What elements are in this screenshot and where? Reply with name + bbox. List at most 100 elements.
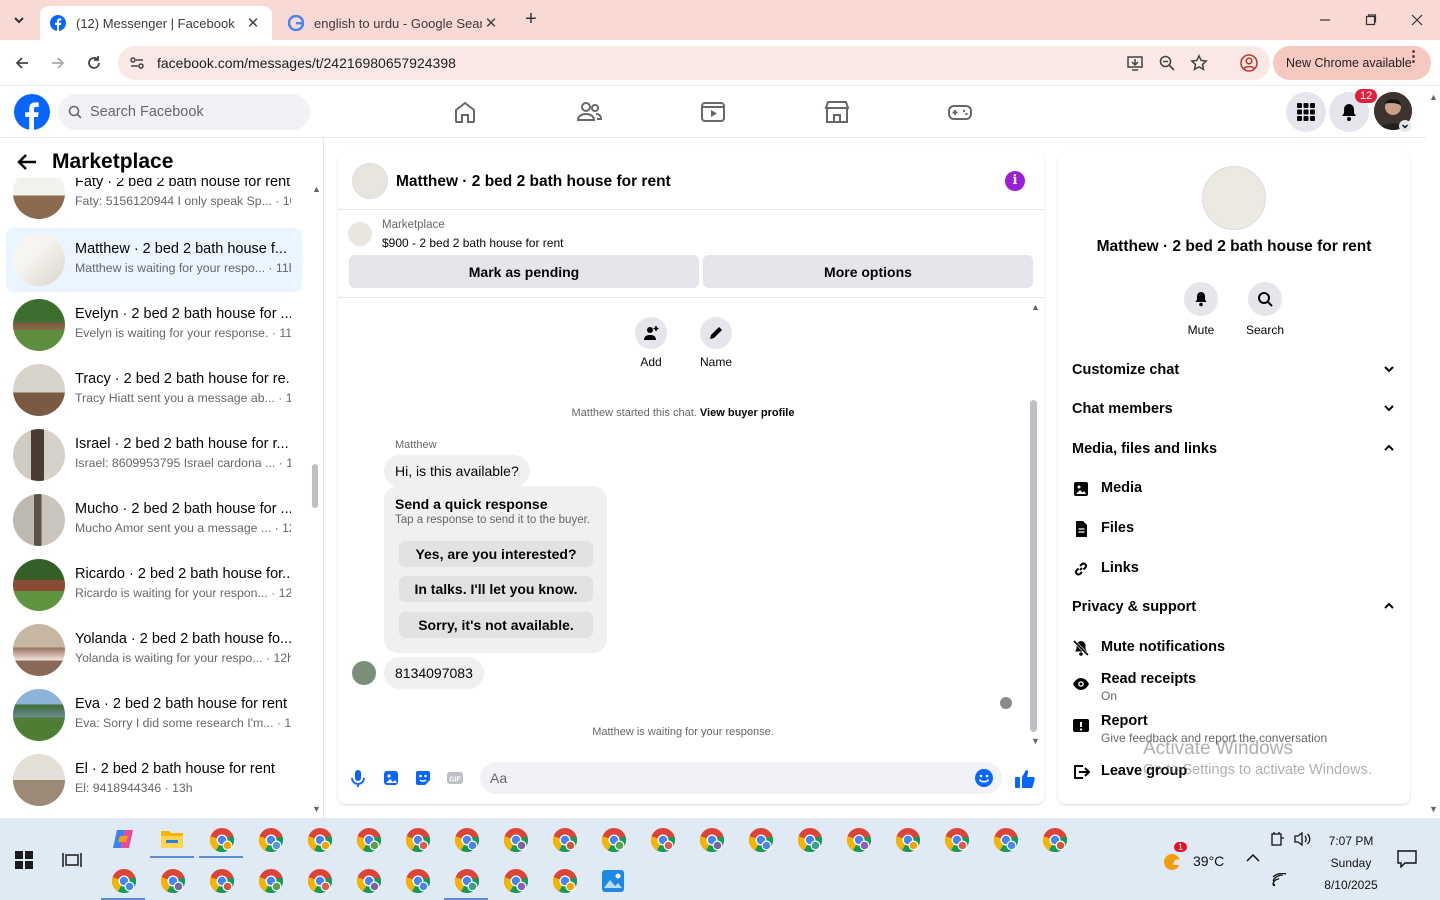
listing-thumbnail[interactable] [348,222,372,246]
read-receipts-item[interactable]: Read receipts On [1072,671,1398,705]
scroll-down-arrow-icon[interactable]: ▼ [312,804,321,814]
home-icon[interactable] [451,98,479,126]
address-bar[interactable]: facebook.com/messages/t/2421698065792439… [118,46,1270,80]
marketplace-icon[interactable] [823,98,851,126]
list-item[interactable]: Ricardo · 2 bed 2 bath house for... Rica… [6,553,302,617]
scroll-up-arrow-icon[interactable]: ▲ [1429,92,1438,102]
chrome-app-icon[interactable] [160,868,186,894]
customize-chat-section[interactable]: Customize chat [1072,362,1398,378]
search-in-chat-button[interactable]: Search [1235,282,1295,337]
chrome-app-icon[interactable] [552,827,578,853]
new-chrome-available-button[interactable]: New Chrome available ⋮ [1273,46,1431,80]
media-files-links-section[interactable]: Media, files and links [1072,441,1398,457]
menu-grid-button[interactable] [1286,92,1326,132]
hidden-icons-chevron-icon[interactable] [1246,853,1260,863]
chrome-app-icon[interactable] [258,868,284,894]
chrome-app-icon[interactable] [503,827,529,853]
site-info-icon[interactable] [128,54,146,72]
gif-icon[interactable]: GIF [445,768,465,788]
chrome-app-icon[interactable] [1042,827,1068,853]
file-explorer-icon[interactable] [160,828,184,850]
close-window-button[interactable] [1403,8,1431,32]
thumbs-up-icon[interactable] [1014,768,1036,790]
tab-messenger[interactable]: (12) Messenger | Facebook ✕ [40,6,272,40]
list-item[interactable]: Eva · 2 bed 2 bath house for rent Eva: S… [6,683,302,747]
chrome-app-icon[interactable] [405,827,431,853]
list-item[interactable]: Mucho · 2 bed 2 bath house for ... Mucho… [6,488,302,552]
weather-widget[interactable]: 1 39°C [1162,842,1224,872]
list-item[interactable]: Tracy · 2 bed 2 bath house for re... Tra… [6,358,302,422]
chrome-app-icon[interactable] [111,868,137,894]
chrome-app-icon[interactable] [356,827,382,853]
account-chevron-icon[interactable] [1399,120,1411,132]
chrome-app-icon[interactable] [209,868,235,894]
page-scrollbar[interactable]: ▲ ▼ [1426,92,1440,818]
close-tab-icon[interactable]: ✕ [244,14,262,32]
chrome-app-icon[interactable] [601,827,627,853]
quick-reply-button[interactable]: Yes, are you interested? [399,541,593,567]
maximize-button[interactable] [1357,8,1385,32]
list-item-active[interactable]: Matthew · 2 bed 2 bath house f... Matthe… [6,228,302,292]
list-item[interactable]: Israel · 2 bed 2 bath house for r... Isr… [6,423,302,487]
minimize-button[interactable] [1311,8,1339,32]
listing-avatar[interactable] [1202,166,1266,230]
listing-price[interactable]: $900 - 2 bed 2 bath house for rent [382,236,563,250]
chrome-app-icon[interactable] [797,827,823,853]
back-arrow-icon[interactable] [16,152,38,172]
add-people-button[interactable]: Add [621,317,681,369]
sticker-icon[interactable] [413,768,433,788]
gaming-icon[interactable] [946,98,974,126]
chrome-app-icon[interactable] [454,868,480,894]
bookmark-star-icon[interactable] [1190,54,1208,72]
facebook-search-input[interactable]: Search Facebook [58,94,310,130]
name-chat-button[interactable]: Name [686,317,746,369]
chrome-app-icon[interactable] [209,827,235,853]
system-clock[interactable]: 7:07 PM Sunday 8/10/2025 [1318,830,1384,896]
tab-google-search[interactable]: english to urdu - Google Search ✕ [278,6,510,40]
emoji-icon[interactable] [974,768,994,788]
list-item[interactable]: Yolanda · 2 bed 2 bath house fo... Yolan… [6,618,302,682]
scroll-down-arrow-icon[interactable]: ▼ [1031,736,1040,746]
reload-button[interactable] [83,52,105,74]
chat-title[interactable]: Matthew · 2 bed 2 bath house for rent [396,173,671,191]
wifi-icon[interactable] [1271,873,1287,887]
chrome-app-icon[interactable] [748,827,774,853]
chrome-app-icon[interactable] [258,827,284,853]
chrome-app-icon[interactable] [307,868,333,894]
photo-icon[interactable] [381,768,401,788]
mark-as-pending-button[interactable]: Mark as pending [349,255,699,288]
scrollbar-thumb[interactable] [1030,400,1037,732]
chrome-app-icon[interactable] [503,868,529,894]
chrome-app-icon[interactable] [650,827,676,853]
chrome-app-icon[interactable] [454,827,480,853]
message-bubble[interactable]: Hi, is this available? [384,455,530,487]
sender-avatar[interactable] [352,661,376,685]
tab-search-button[interactable] [8,10,30,30]
forward-button[interactable] [47,52,69,74]
list-item[interactable]: Faty · 2 bed 2 bath house for rent Faty:… [6,178,302,225]
chrome-app-icon[interactable] [405,868,431,894]
scroll-up-arrow-icon[interactable]: ▲ [1031,302,1040,312]
microphone-icon[interactable] [348,768,368,788]
close-tab-icon[interactable]: ✕ [482,14,500,32]
notification-center-icon[interactable] [1397,850,1417,868]
chrome-app-icon[interactable] [699,827,725,853]
chrome-app-icon[interactable] [944,827,970,853]
message-bubble[interactable]: 8134097083 [384,657,484,689]
chrome-app-icon[interactable] [895,827,921,853]
chrome-app-icon[interactable] [846,827,872,853]
scroll-down-arrow-icon[interactable]: ▼ [1429,804,1438,814]
more-options-button[interactable]: More options [703,255,1033,288]
view-buyer-profile-link[interactable]: View buyer profile [700,407,795,419]
chrome-app-icon[interactable] [552,868,578,894]
mute-button[interactable]: Mute [1171,282,1231,337]
new-tab-button[interactable]: + [521,9,541,30]
copilot-icon[interactable] [111,827,135,851]
privacy-support-section[interactable]: Privacy & support [1072,599,1398,615]
quick-reply-button[interactable]: Sorry, it's not available. [399,612,593,638]
kebab-menu-icon[interactable]: ⋮ [1406,49,1421,64]
chat-members-section[interactable]: Chat members [1072,401,1398,417]
battery-icon[interactable] [1269,831,1285,847]
list-item[interactable]: Evelyn · 2 bed 2 bath house for ... Evel… [6,293,302,357]
list-item[interactable]: El · 2 bed 2 bath house for rent El: 941… [6,748,302,812]
